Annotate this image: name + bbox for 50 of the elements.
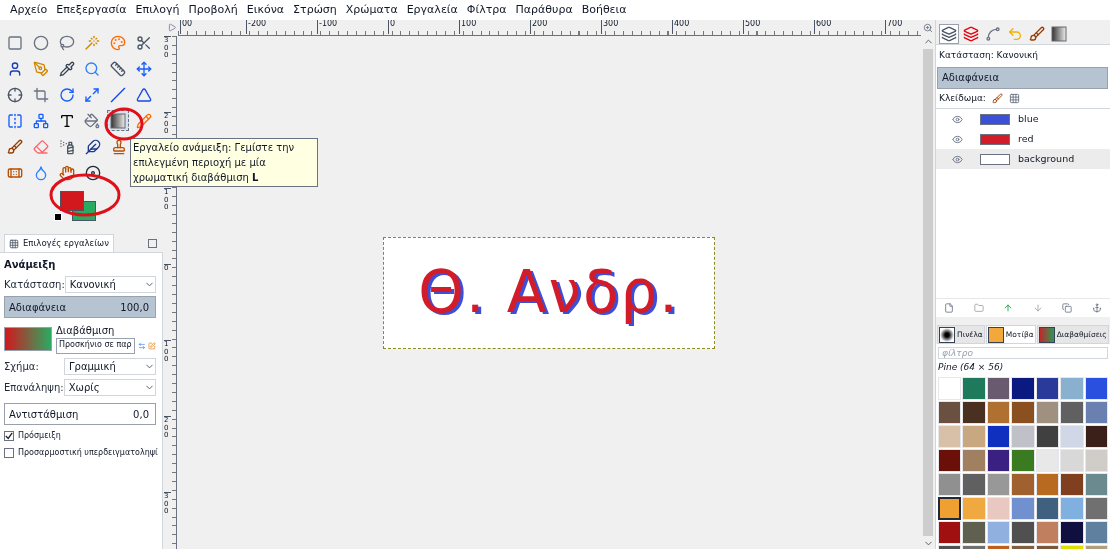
checkbox-label: Προσαρμοστική υπερδειγματοληψί (18, 447, 158, 459)
field-label: Σχήμα: (4, 359, 40, 374)
layer-mode-label: Κατάσταση: Κανονική (938, 49, 1039, 62)
repeat-dropdown[interactable]: Χωρίς (63, 378, 156, 396)
shape-dropdown[interactable]: Γραμμική (64, 357, 156, 375)
gradient-name-field[interactable]: Προσκήνιο σε παρ (56, 338, 135, 354)
menu-item[interactable]: Χρώματα (345, 1, 398, 19)
menu-item[interactable]: Εργαλεία (406, 1, 458, 19)
canvas-text: Θ. Ανδρ. (418, 257, 680, 328)
pattern-name: Pine (64 × 56) (937, 361, 1005, 374)
opacity-slider[interactable]: Αδιαφάνεια 100,0 (4, 296, 156, 318)
tooltip: Εργαλείο ανάμειξη: Γεμίστε την επιλεγμένη περιοχή με μία χρωματική διαβάθμιση L (130, 138, 318, 187)
menu-item[interactable]: Επεξεργασία (56, 1, 127, 19)
layer-name: red (1018, 131, 1034, 146)
ruler-label: 700 (885, 20, 903, 34)
field-label: Κατάσταση: (4, 277, 65, 292)
menu-item[interactable]: Εικόνα (246, 1, 285, 19)
checkbox-label: Πρόσμειξη (18, 430, 61, 442)
layer-row[interactable]: background (936, 149, 1110, 169)
ruler-label: 600 (814, 20, 832, 34)
menu-item[interactable]: Προβολή (188, 1, 238, 19)
ruler-label: -200 (246, 20, 267, 34)
ruler-label: -100 (317, 20, 338, 34)
lock-label: Κλείδωμα: (939, 91, 986, 105)
ruler-label: 200 (530, 20, 548, 34)
offset-field[interactable]: Αντιστάθμιση 0,0 (4, 403, 156, 425)
menu-item[interactable]: Επιλογή (135, 1, 180, 19)
gradient-label: Διαβάθμιση (56, 324, 116, 338)
image-canvas[interactable]: Θ. Ανδρ. (383, 236, 715, 349)
layer-name: background (1018, 151, 1075, 166)
ruler-label: 400 (672, 20, 690, 34)
layer-row[interactable]: red (936, 129, 1110, 149)
layer-name: blue (1018, 111, 1039, 126)
field-label: Επανάληψη: (4, 380, 64, 395)
menu-item[interactable]: Φίλτρα (466, 1, 507, 19)
menu-item[interactable]: Βοήθεια (581, 1, 627, 19)
layer-opacity-slider[interactable]: Αδιαφάνεια (937, 66, 1108, 89)
layer-row[interactable]: blue (936, 109, 1110, 129)
ruler-label: 100 (459, 20, 477, 34)
mode-dropdown[interactable]: Κανονική (64, 275, 156, 293)
ruler-label: 00 (180, 20, 193, 34)
ruler-label: 300 (601, 20, 619, 34)
ruler-label: 500 (743, 20, 761, 34)
ruler-label: 0 (388, 20, 396, 34)
menu-item[interactable]: Αρχείο (10, 1, 48, 19)
filter-field[interactable]: φίλτρο (938, 347, 1108, 359)
menu-item[interactable]: Στρώση (293, 1, 337, 19)
options-title: Ανάμειξη (4, 258, 57, 272)
menu-item[interactable]: Παράθυρα (515, 1, 573, 19)
tool-options-tab[interactable]: Επιλογές εργαλείων (4, 234, 114, 252)
